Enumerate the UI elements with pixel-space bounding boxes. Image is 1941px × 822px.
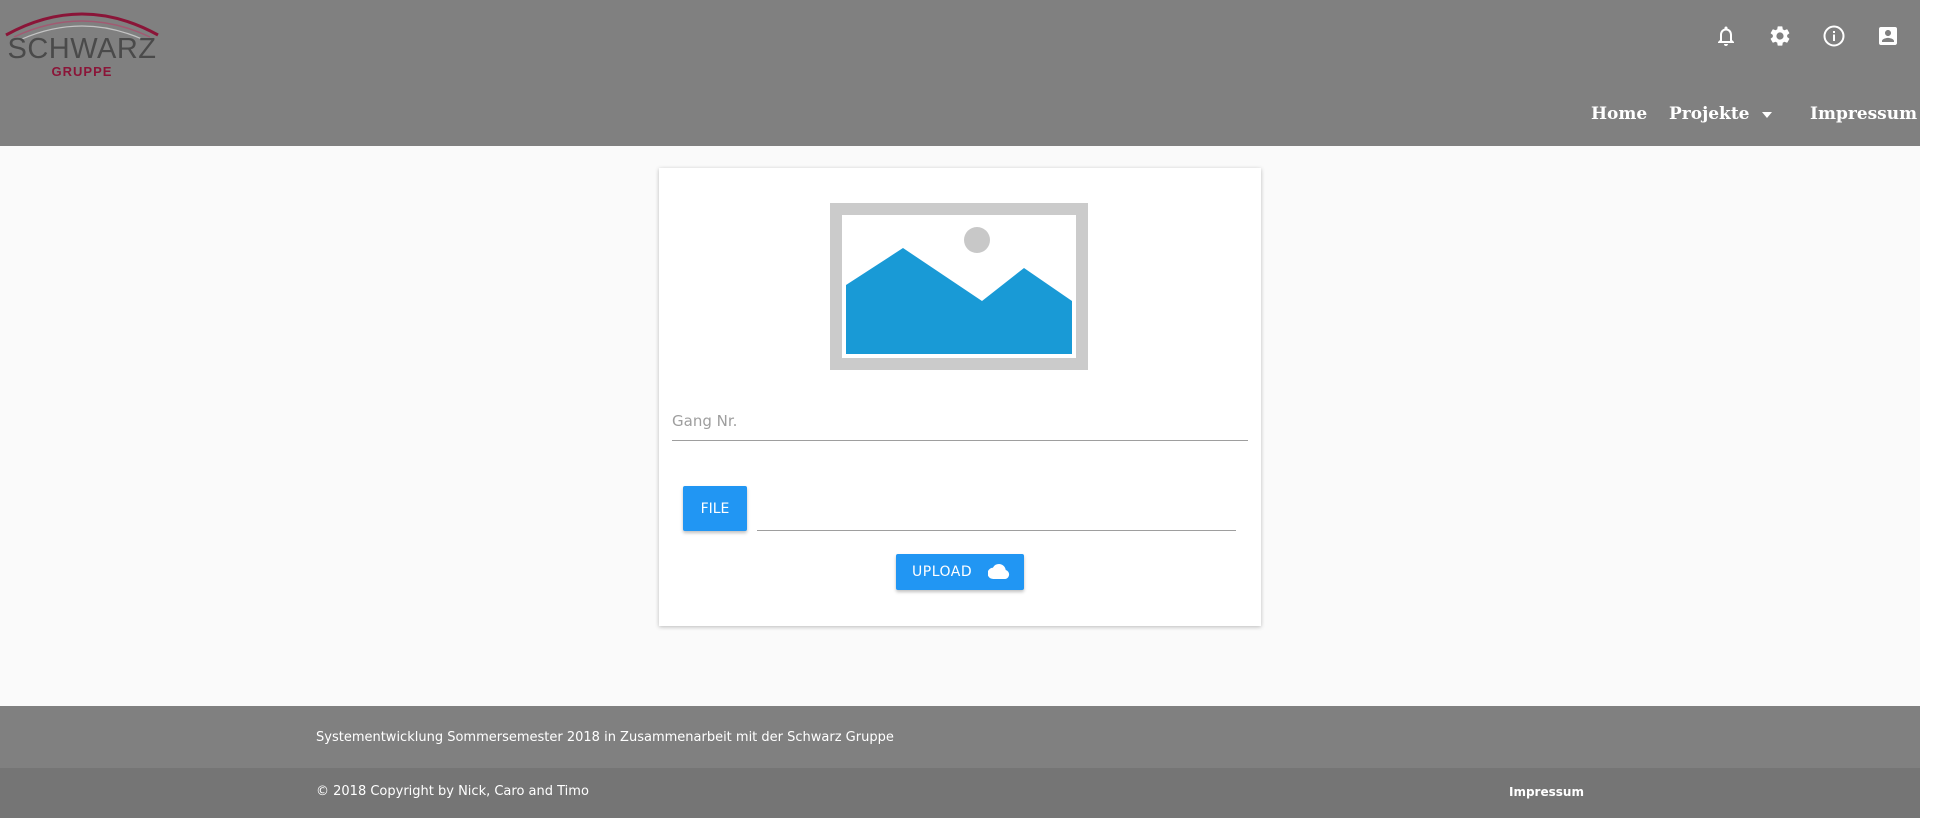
logo-wordmark: SCHWARZ bbox=[7, 33, 157, 65]
info-icon[interactable] bbox=[1822, 24, 1846, 48]
upload-button[interactable]: UPLOAD bbox=[896, 554, 1024, 590]
chevron-down-icon[interactable] bbox=[1762, 112, 1772, 118]
account-box-icon[interactable] bbox=[1876, 24, 1900, 48]
gang-number-field[interactable] bbox=[672, 404, 1248, 441]
nav-imprint[interactable]: Impressum bbox=[1810, 104, 1917, 124]
gear-icon[interactable] bbox=[1768, 24, 1792, 48]
gang-number-input[interactable] bbox=[672, 404, 1248, 438]
scrollbar-gutter bbox=[1920, 0, 1941, 822]
footer-bottom: © 2018 Copyright by Nick, Caro and Timo … bbox=[0, 768, 1920, 818]
footer-top: Systementwicklung Sommersemester 2018 in… bbox=[0, 706, 1920, 768]
file-path-input[interactable] bbox=[757, 486, 1236, 528]
app-header: SCHWARZ GRUPPE Home Projekte Impressum bbox=[0, 0, 1920, 146]
nav-projects[interactable]: Projekte bbox=[1669, 104, 1750, 124]
upload-button-label: UPLOAD bbox=[912, 564, 973, 580]
page: SCHWARZ GRUPPE Home Projekte Impressum G… bbox=[0, 0, 1920, 818]
file-path-field[interactable] bbox=[757, 486, 1236, 531]
image-icon bbox=[830, 203, 1088, 370]
footer-description: Systementwicklung Sommersemester 2018 in… bbox=[316, 730, 894, 745]
footer-copyright: © 2018 Copyright by Nick, Caro and Timo bbox=[316, 784, 589, 799]
upload-card: FILE UPLOAD bbox=[659, 168, 1261, 626]
cloud-upload-icon bbox=[988, 564, 1010, 580]
company-logo[interactable]: SCHWARZ GRUPPE bbox=[4, 3, 160, 81]
nav-home[interactable]: Home bbox=[1591, 104, 1647, 124]
file-button[interactable]: FILE bbox=[683, 486, 747, 531]
footer-imprint-link[interactable]: Impressum bbox=[1509, 785, 1584, 799]
logo-subtitle: GRUPPE bbox=[51, 64, 113, 79]
bell-icon[interactable] bbox=[1714, 24, 1738, 48]
